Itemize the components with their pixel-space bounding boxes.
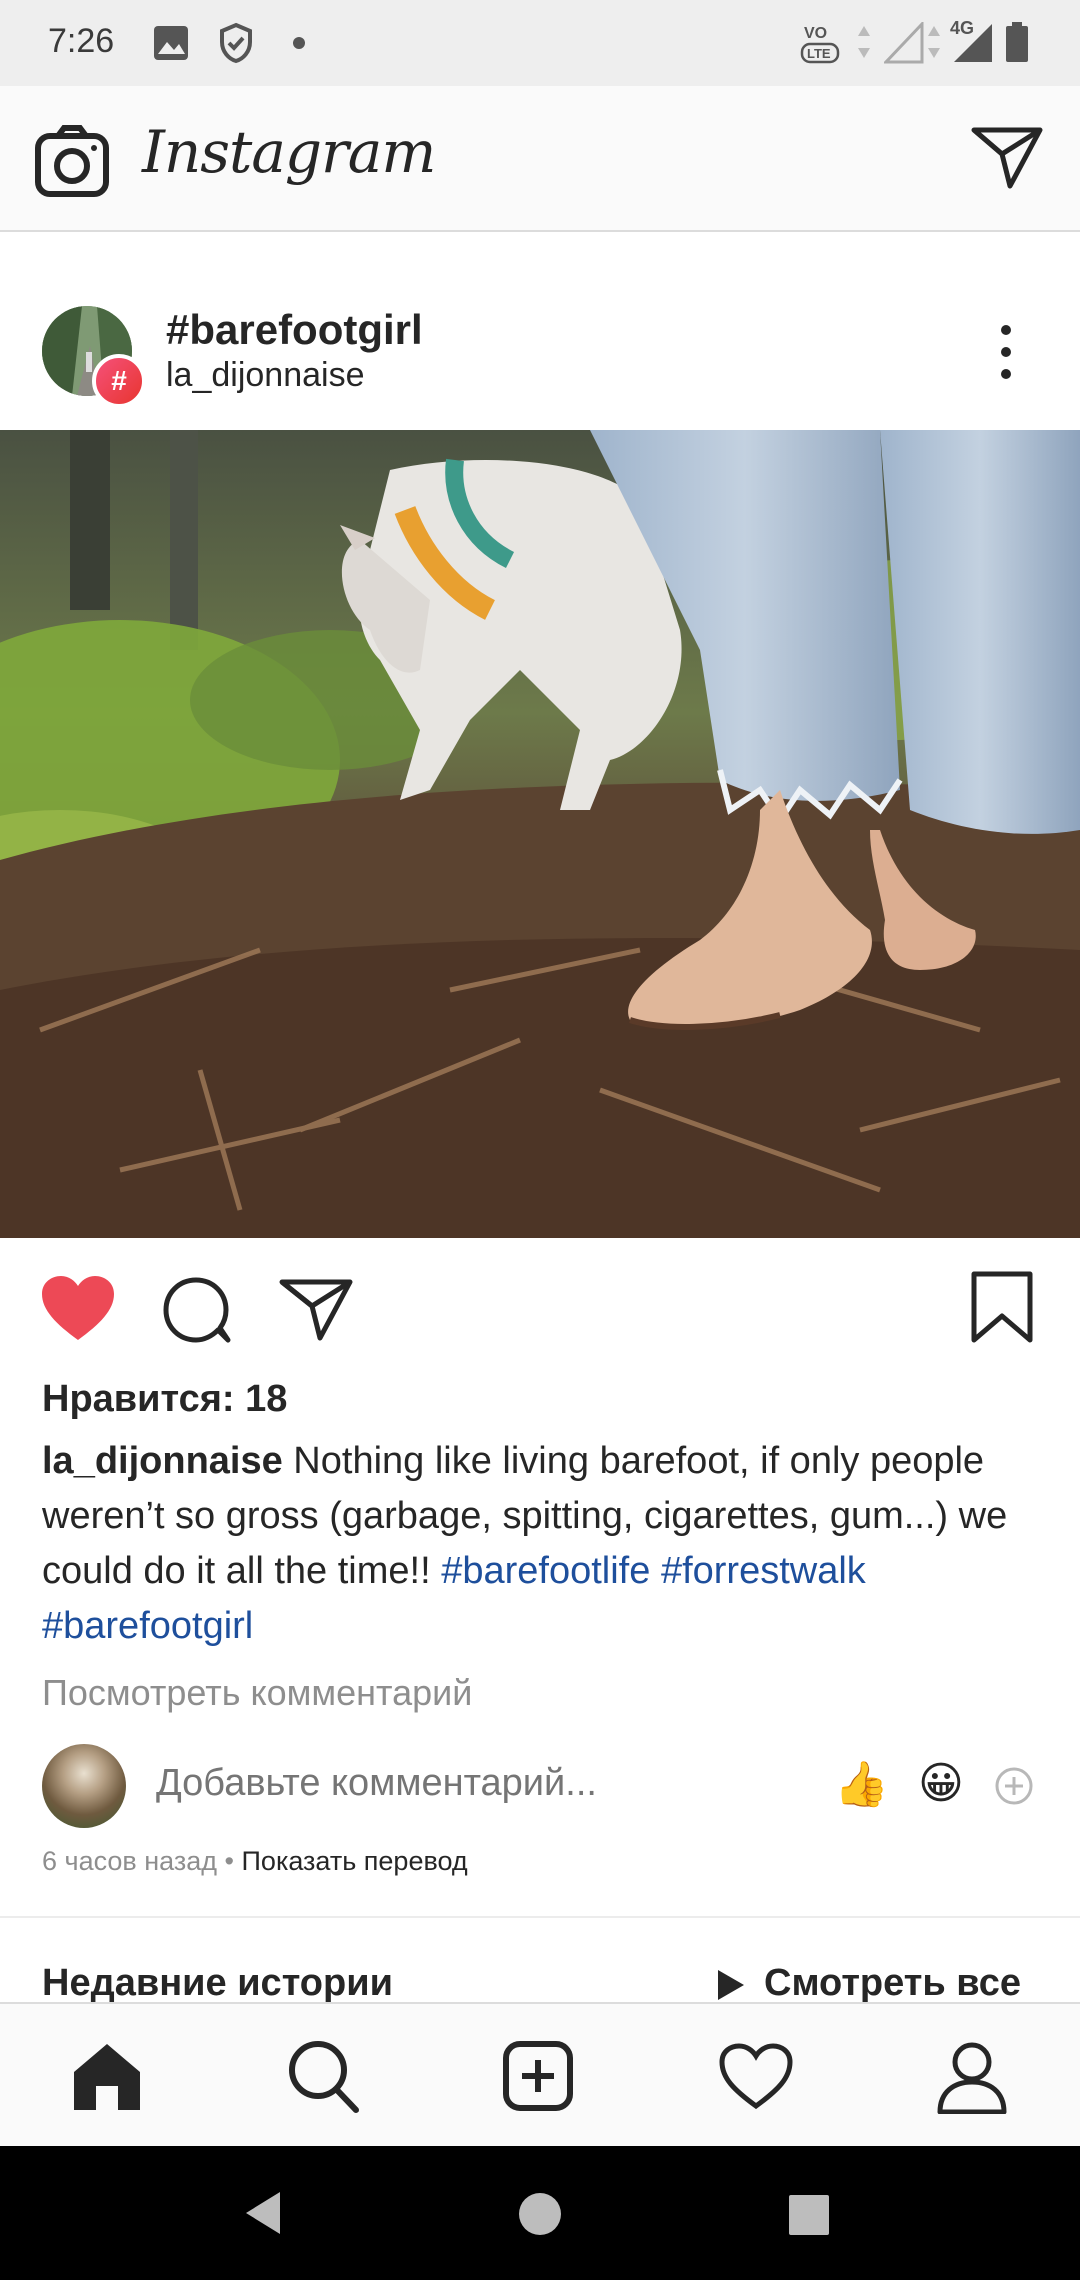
status-bar: 7:26 VO LTE 4G — [0, 0, 1080, 86]
add-emoji-icon[interactable] — [994, 1766, 1034, 1806]
home-icon[interactable] — [70, 2040, 144, 2112]
caption-username[interactable]: la_dijonnaise — [42, 1440, 283, 1482]
quick-emoji-smile[interactable]: 😀 — [918, 1758, 964, 1809]
hashtag-link[interactable]: #barefootlife — [441, 1550, 650, 1592]
post-caption: la_dijonnaise Nothing like living barefo… — [42, 1434, 1052, 1654]
instagram-logo: Instagram — [142, 118, 436, 186]
back-icon[interactable] — [244, 2190, 284, 2236]
share-icon[interactable] — [278, 1276, 354, 1342]
data-arrows-icon — [858, 26, 870, 58]
direct-message-icon[interactable] — [970, 124, 1044, 190]
recent-stories-title: Недавние истории — [42, 1962, 393, 2004]
profile-icon[interactable] — [936, 2040, 1008, 2114]
data-arrows-2-icon — [928, 26, 940, 58]
battery-icon — [1006, 22, 1028, 62]
status-time: 7:26 — [48, 22, 115, 60]
hashtag-badge: # — [92, 354, 146, 408]
time-ago: 6 часов назад — [42, 1846, 218, 1876]
dot-icon — [293, 37, 305, 49]
activity-heart-icon[interactable] — [718, 2042, 794, 2110]
new-post-icon[interactable] — [502, 2040, 574, 2112]
post-hashtag-title[interactable]: #barefootgirl — [166, 306, 423, 354]
watch-all-stories-button[interactable]: Смотреть все — [764, 1962, 1021, 2005]
quick-emoji-thumbs-up[interactable]: 👍 — [834, 1758, 889, 1810]
comment-icon[interactable] — [162, 1276, 234, 1344]
camera-icon[interactable] — [34, 124, 110, 200]
view-comments-link[interactable]: Посмотреть комментарий — [42, 1672, 472, 1714]
bookmark-icon[interactable] — [970, 1270, 1034, 1344]
search-icon[interactable] — [286, 2038, 360, 2114]
cell-signal-4g-icon — [954, 24, 992, 62]
shield-icon — [220, 22, 252, 64]
show-translation-link[interactable]: Показать перевод — [242, 1846, 468, 1876]
svg-text:LTE: LTE — [807, 46, 831, 61]
system-navigation-bar — [0, 2146, 1080, 2280]
image-icon — [154, 26, 188, 60]
current-user-avatar — [42, 1744, 126, 1828]
svg-text:VO: VO — [804, 25, 827, 42]
likes-count[interactable]: Нравится: 18 — [42, 1378, 287, 1421]
post-photo[interactable] — [0, 430, 1080, 1238]
bottom-navigation — [0, 2002, 1080, 2148]
post-photo-image — [0, 430, 1080, 1238]
more-options-icon[interactable] — [984, 322, 1028, 382]
home-button-icon[interactable] — [518, 2192, 562, 2236]
hashtag-link[interactable]: #barefootgirl — [42, 1605, 253, 1647]
recent-apps-icon[interactable] — [788, 2194, 830, 2236]
like-heart-icon[interactable] — [40, 1274, 116, 1342]
separator: • — [217, 1846, 242, 1876]
post-username[interactable]: la_dijonnaise — [166, 356, 365, 395]
volte-icon: VO LTE — [800, 25, 840, 64]
play-icon[interactable] — [716, 1968, 746, 2002]
wifi-signal-icon — [884, 22, 924, 64]
add-comment-input[interactable] — [156, 1762, 716, 1805]
hashtag-link[interactable]: #forrestwalk — [661, 1550, 866, 1592]
section-divider — [0, 1916, 1080, 1918]
post-timestamp: 6 часов назад • Показать перевод — [42, 1846, 468, 1877]
